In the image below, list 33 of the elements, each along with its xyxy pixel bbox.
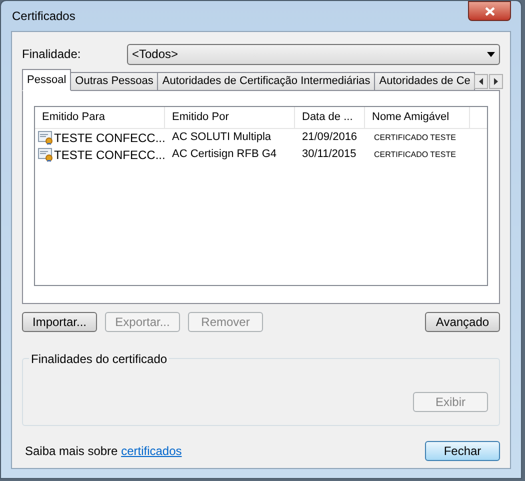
column-header[interactable]: Data de ... [295, 107, 365, 128]
certificates-link[interactable]: certificados [121, 444, 182, 458]
help-text: Saiba mais sobre certificados [24, 443, 182, 460]
column-header[interactable]: Nome Amigável [365, 107, 470, 128]
purpose-dropdown[interactable]: <Todos> [127, 44, 500, 64]
close-icon [484, 6, 494, 16]
certificate-icon [38, 130, 54, 144]
table-cell-text: AC Certisign RFB G4 [171, 147, 278, 162]
table-cell-text: 30/11/2015 [301, 147, 358, 162]
scroll-right-button[interactable] [489, 74, 504, 89]
tab[interactable]: Outras Pessoas [70, 72, 158, 91]
certificate-icon [38, 148, 54, 162]
close-window-button[interactable] [468, 1, 511, 21]
dropdown-arrow-icon [487, 52, 495, 56]
tab[interactable]: Autoridades de Certificação Intermediárias [157, 72, 376, 91]
left-arrow-icon [479, 78, 484, 85]
column-header[interactable]: Emitido Para [35, 107, 165, 128]
table-cell-text: AC SOLUTI Multipla [171, 130, 272, 146]
table-cell-text: 21/09/2016 [301, 130, 358, 146]
tab[interactable]: Autoridades de Ce [374, 72, 476, 91]
window-title: Certificados [11, 8, 76, 25]
close-button[interactable]: Fechar [425, 441, 500, 461]
table-cell-text: CERTIFICADO TESTE [373, 148, 457, 160]
tab[interactable]: Pessoal [22, 69, 72, 91]
table-cell-text: CERTIFICADO TESTE [373, 132, 457, 144]
table-cell-text: TESTE CONFECC... [54, 130, 166, 146]
dialog-button[interactable]: Avançado [425, 312, 500, 332]
scroll-left-button[interactable] [474, 74, 488, 89]
dialog-button[interactable]: Importar... [22, 312, 97, 332]
table-cell-text: TESTE CONFECC... [54, 146, 166, 164]
column-header[interactable]: Emitido Por [165, 107, 295, 128]
purpose-label: Finalidade: [22, 46, 82, 63]
right-arrow-icon [494, 78, 498, 85]
